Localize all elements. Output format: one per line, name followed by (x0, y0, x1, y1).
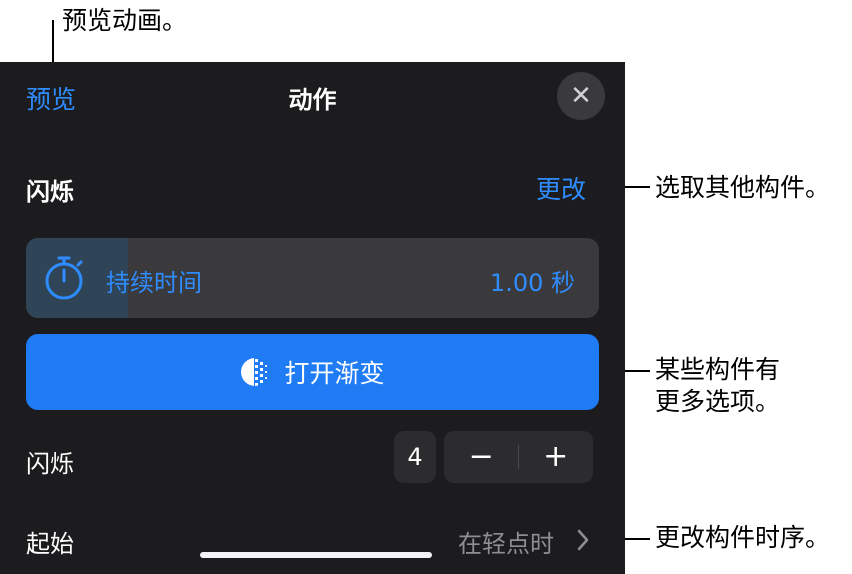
fade-icon (241, 358, 268, 386)
start-label: 起始 (26, 530, 74, 558)
start-value[interactable]: 在轻点时 (458, 524, 554, 559)
options-callout-line2: 更多选项。 (655, 387, 781, 416)
stopwatch-icon (45, 256, 83, 300)
duration-value: 1.00 秒 (489, 269, 575, 297)
change-button[interactable]: 更改 (536, 170, 586, 206)
close-icon: ✕ (570, 81, 592, 111)
blink-count-label: 闪烁 (26, 450, 74, 478)
action-panel: 预览 动作 ✕ 闪烁 更改 持续时间 1.00 秒 打开渐变 闪烁 4 − + … (0, 0, 625, 574)
home-indicator (200, 552, 432, 558)
order-callout: 更改构件时序。 (655, 523, 831, 552)
increment-button[interactable]: + (519, 431, 594, 483)
chevron-right-icon[interactable] (576, 528, 590, 552)
stepper-divider (518, 445, 519, 469)
panel-background (0, 62, 625, 574)
fade-button-label: 打开渐变 (284, 359, 385, 388)
duration-row[interactable]: 持续时间 1.00 秒 (26, 238, 599, 318)
effect-name: 闪烁 (26, 178, 74, 206)
close-button[interactable]: ✕ (557, 72, 605, 120)
blink-count-stepper: − + (444, 431, 593, 483)
options-callout-line1: 某些构件有 (655, 355, 781, 384)
panel-title: 动作 (288, 86, 337, 114)
decrement-button[interactable]: − (444, 431, 519, 483)
fade-button[interactable]: 打开渐变 (26, 334, 599, 410)
change-callout: 选取其他构件。 (655, 173, 831, 202)
duration-label: 持续时间 (106, 269, 202, 297)
blink-count-value: 4 (394, 431, 436, 483)
